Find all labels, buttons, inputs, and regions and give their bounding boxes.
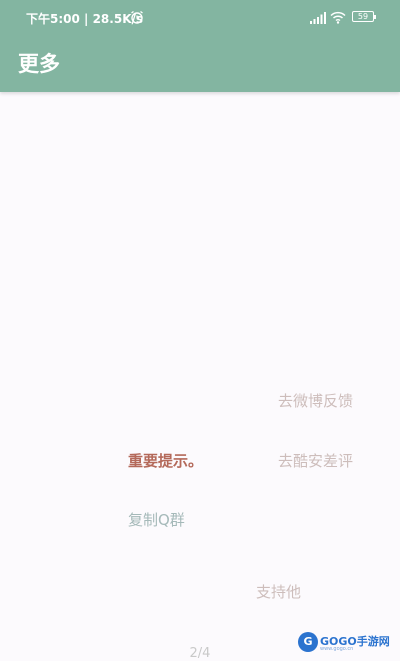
watermark-url: www.gogo.cn [320, 646, 354, 652]
battery-icon: 59 [352, 11, 376, 22]
status-bar: 下午5:00 | 28.5K/s 59 [0, 0, 400, 36]
page-title: 更多 [18, 52, 60, 76]
app-bar: 下午5:00 | 28.5K/s 59 更多 [0, 0, 400, 92]
important-notice-link[interactable]: 重要提示。 [128, 450, 203, 471]
copy-qq-group-link[interactable]: 复制Q群 [128, 509, 185, 530]
status-time: 下午5:00 | 28.5K/s [26, 12, 144, 26]
watermark-logo-icon: G [298, 632, 318, 652]
wifi-icon [330, 11, 346, 24]
watermark-logo: G GOGO手游网 www.gogo.cn [298, 630, 390, 654]
signal-icon [310, 12, 326, 24]
alarm-icon [131, 10, 143, 24]
coolapk-review-link[interactable]: 去酷安差评 [278, 450, 353, 471]
support-link[interactable]: 支持他 [256, 581, 301, 602]
weibo-feedback-link[interactable]: 去微博反馈 [278, 390, 353, 411]
